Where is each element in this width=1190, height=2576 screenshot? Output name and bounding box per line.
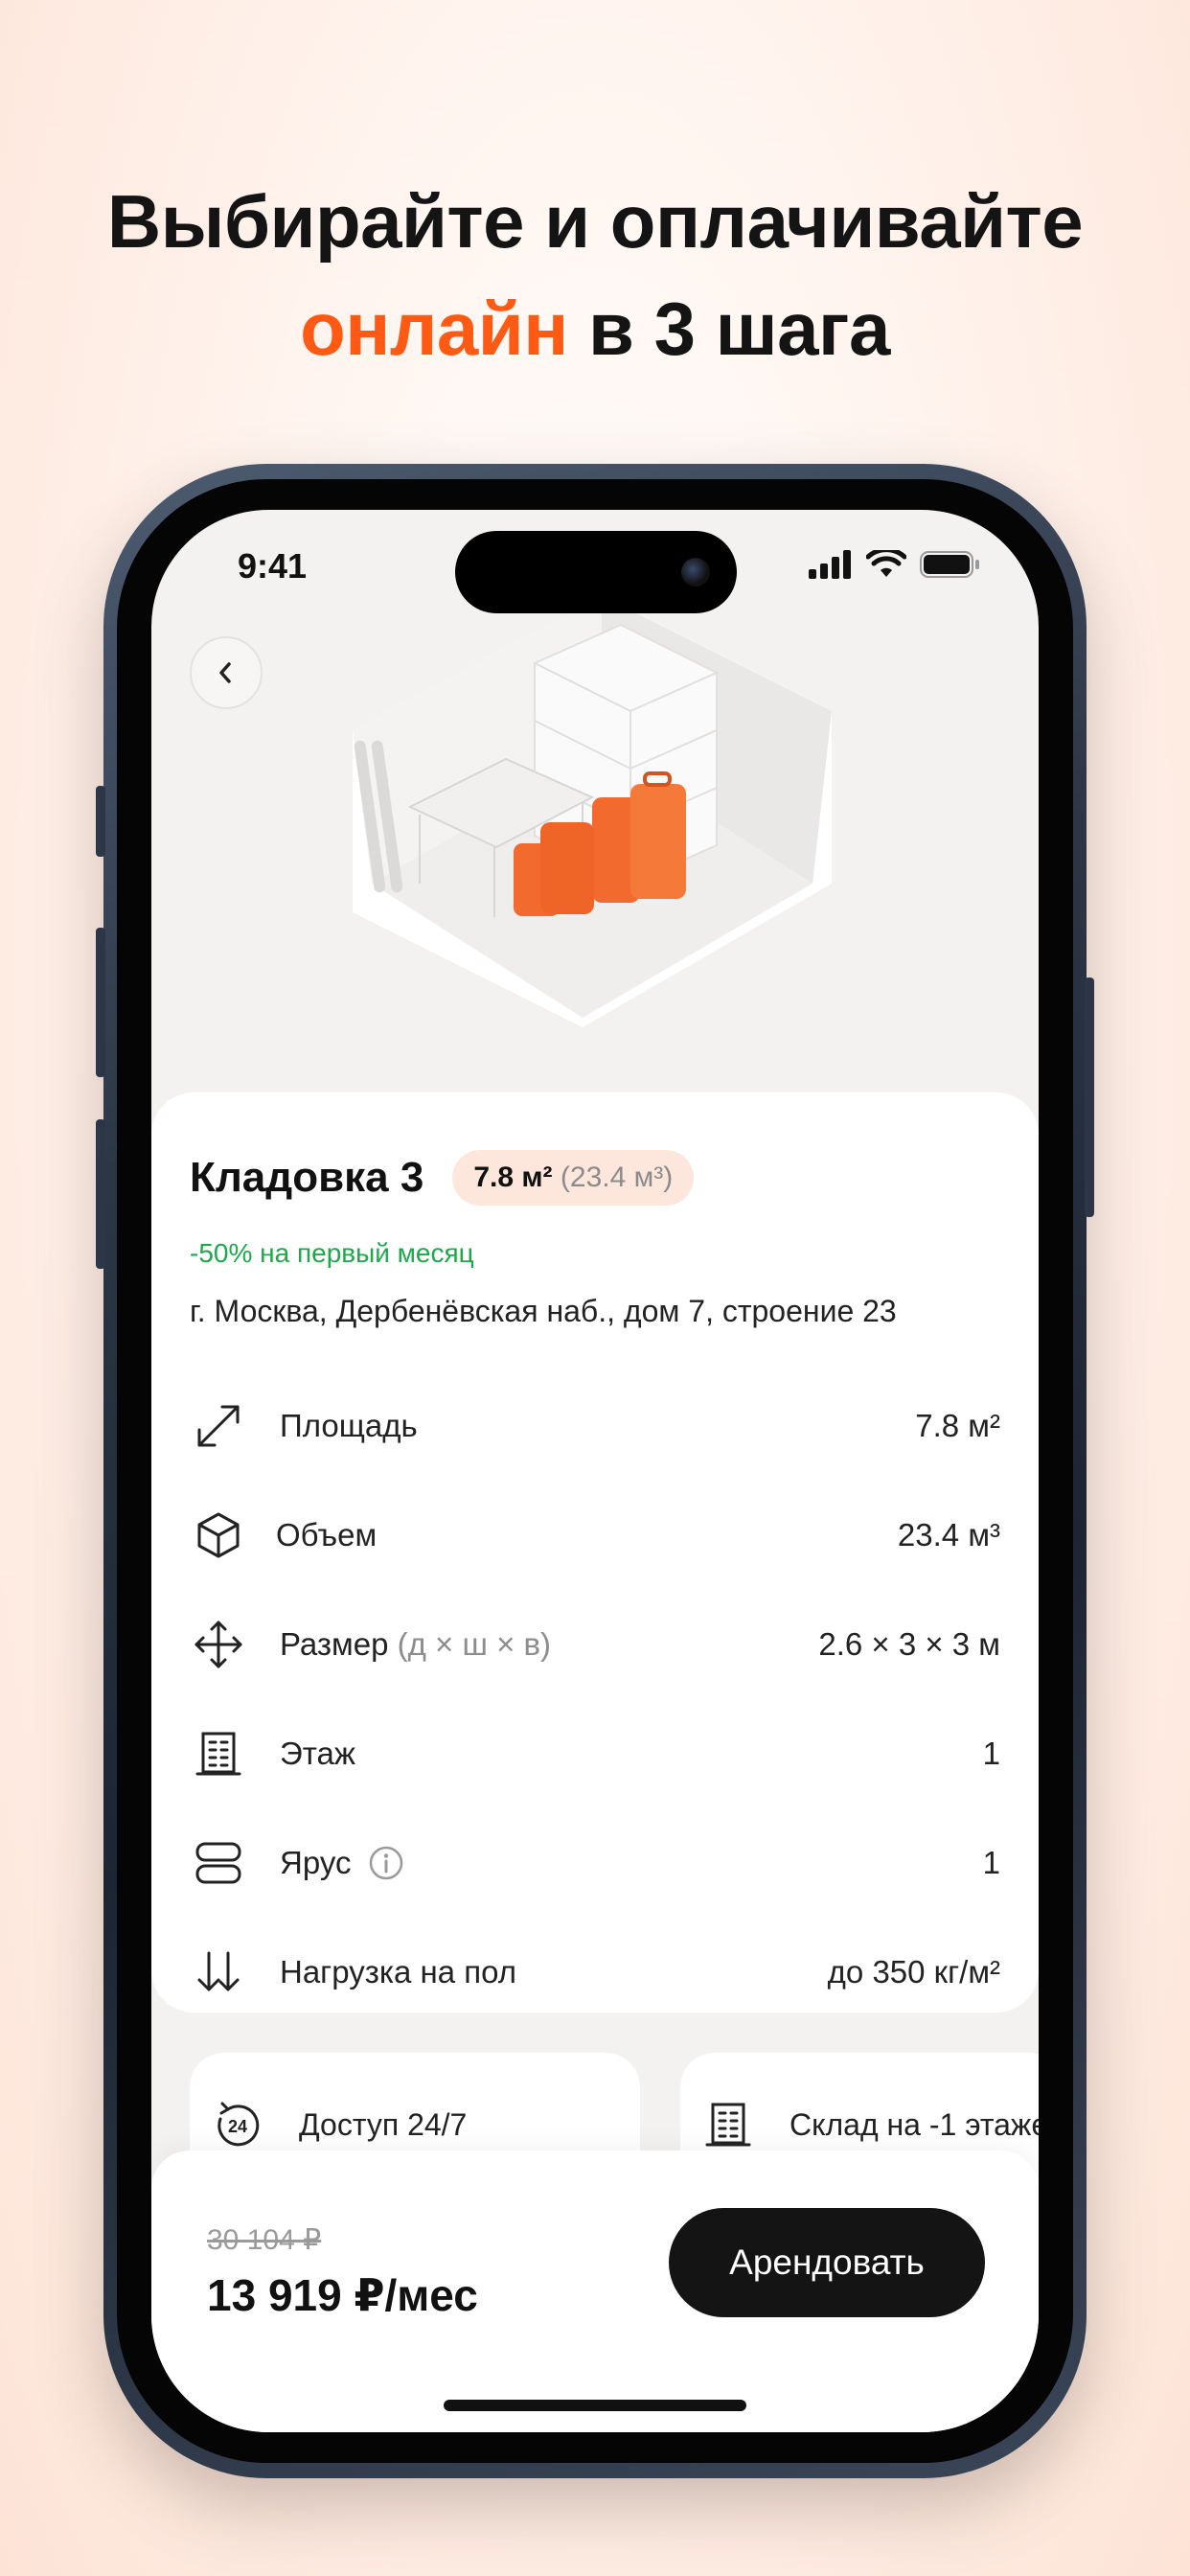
spec-value: 7.8 м² [915, 1408, 1000, 1443]
expand-arrows-icon [190, 1397, 247, 1455]
status-icons [809, 550, 981, 579]
spec-value: 23.4 м³ [897, 1517, 1000, 1552]
headline-line-2: онлайн в 3 шага [0, 275, 1190, 382]
promo-text: -50% на первый месяц [190, 1238, 474, 1268]
volume-down-button [96, 1119, 105, 1269]
spec-label-hint: (д × ш × в) [397, 1626, 552, 1662]
building-icon [190, 1725, 247, 1782]
spec-label-text: Ярус [280, 1845, 352, 1880]
bottom-price-bar: 30 104 ₽ 13 919 ₽/мес Арендовать [151, 2150, 1039, 2432]
spec-label: Площадь [280, 1408, 418, 1443]
promo-headline: Выбирайте и оплачивайте онлайн в 3 шага [0, 168, 1190, 382]
tiers-icon [190, 1834, 247, 1892]
spec-value: 2.6 × 3 × 3 м [818, 1626, 1000, 1662]
old-price: 30 104 ₽ [207, 2224, 322, 2256]
spec-row-area: Площадь 7.8 м² [190, 1397, 1000, 1455]
info-icon[interactable] [368, 1845, 404, 1881]
spec-label: Объем [276, 1517, 378, 1552]
cube-icon [190, 1506, 247, 1564]
rent-button[interactable]: Арендовать [669, 2208, 985, 2317]
home-indicator[interactable] [444, 2400, 746, 2411]
volume-value: (23.4 м³) [560, 1162, 674, 1193]
size-pill: 7.8 м² (23.4 м³) [452, 1150, 695, 1206]
feature-label: Склад на -1 этаже [790, 2106, 1039, 2142]
back-button[interactable] [190, 636, 263, 709]
spec-row-volume: Объем 23.4 м³ [190, 1506, 1000, 1564]
battery-icon [920, 551, 979, 578]
load-arrows-icon [190, 1944, 247, 2001]
signal-icon [809, 550, 851, 579]
spec-row-load: Нагрузка на пол до 350 кг/м² [190, 1944, 1000, 2001]
spec-row-size: Размер (д × ш × в) 2.6 × 3 × 3 м [190, 1616, 1000, 1673]
unit-info-card: Кладовка 3 7.8 м² (23.4 м³) -50% на перв… [151, 1092, 1039, 2012]
spec-value: до 350 кг/м² [827, 1954, 1000, 1990]
volume-up-button [96, 928, 105, 1077]
dynamic-island [455, 531, 737, 613]
headline-accent: онлайн [300, 287, 568, 371]
area-value: 7.8 м² [473, 1162, 553, 1193]
current-price: 13 919 ₽/мес [207, 2270, 478, 2320]
headline-rest: в 3 шага [567, 287, 890, 371]
status-time: 9:41 [238, 546, 308, 586]
spec-row-floor: Этаж 1 [190, 1725, 1000, 1782]
spec-label: Нагрузка на пол [280, 1954, 517, 1990]
app-screen: 9:41 Кладовка 3 7.8 м² (23.4 м³) -50% на… [151, 510, 1039, 2432]
storage-unit-illustration [353, 596, 832, 1027]
wifi-icon [866, 550, 906, 577]
move-arrows-icon [190, 1616, 247, 1673]
title-row: Кладовка 3 7.8 м² (23.4 м³) [190, 1150, 695, 1206]
power-button [1085, 978, 1094, 1217]
access-24-icon: 24 [209, 2098, 266, 2151]
address: г. Москва, Дербенёвская наб., дом 7, стр… [190, 1294, 897, 1328]
svg-text:24: 24 [228, 2117, 247, 2136]
spec-label-text: Размер [280, 1626, 398, 1662]
spec-value: 1 [982, 1736, 1000, 1771]
spec-label: Этаж [280, 1736, 355, 1771]
spec-value: 1 [982, 1845, 1000, 1880]
spec-label: Размер (д × ш × в) [280, 1626, 818, 1663]
spec-label: Ярус [280, 1845, 983, 1881]
building-icon [699, 2100, 757, 2150]
action-button [96, 786, 105, 857]
spec-row-tier: Ярус 1 [190, 1834, 1000, 1892]
unit-title: Кладовка 3 [190, 1154, 424, 1201]
camera-icon [681, 558, 710, 586]
headline-line-1: Выбирайте и оплачивайте [106, 179, 1084, 264]
chevron-left-icon [219, 662, 231, 683]
feature-label: Доступ 24/7 [299, 2106, 468, 2142]
